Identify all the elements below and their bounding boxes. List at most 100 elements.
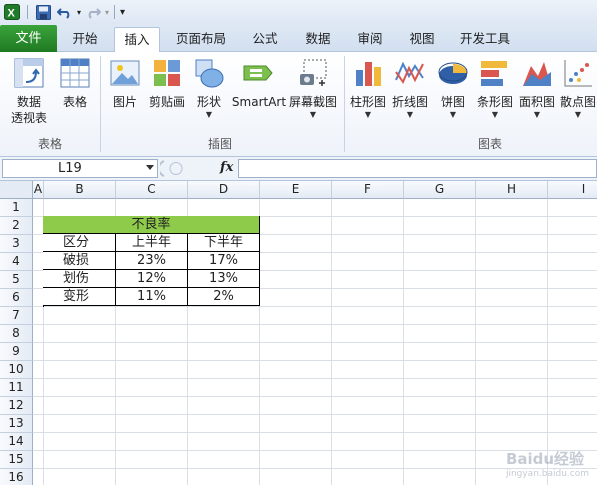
row-header-10[interactable]: 10	[0, 361, 33, 379]
tab-home[interactable]: 开始	[64, 27, 106, 52]
name-box[interactable]: L19	[2, 159, 158, 178]
tab-page-layout[interactable]: 页面布局	[170, 27, 232, 52]
picture-icon	[108, 56, 142, 90]
pie-chart-button[interactable]: 饼图 ▼	[433, 56, 473, 120]
picture-button[interactable]: 图片	[106, 56, 144, 110]
tab-data[interactable]: 数据	[296, 27, 340, 52]
row-header-15[interactable]: 15	[0, 451, 33, 469]
row-header-5[interactable]: 5	[0, 271, 33, 289]
scatter-chart-button[interactable]: 散点图 ▼	[558, 56, 597, 120]
tab-developer[interactable]: 开发工具	[452, 27, 518, 52]
table-cell[interactable]: 划伤	[43, 270, 116, 288]
column-header-f[interactable]: F	[332, 181, 404, 199]
save-icon[interactable]	[33, 2, 53, 22]
bar-chart-button[interactable]: 条形图 ▼	[474, 56, 516, 120]
group-label-charts: 图表	[477, 137, 502, 151]
svg-text:X: X	[8, 8, 16, 20]
line-chart-button[interactable]: 折线图 ▼	[389, 56, 431, 120]
undo-dropdown-icon[interactable]: ▾	[77, 8, 81, 17]
formula-controls: fx	[157, 159, 238, 178]
smartart-button[interactable]: SmartArt	[230, 56, 288, 110]
tab-insert[interactable]: 插入	[114, 27, 160, 53]
column-header-b[interactable]: B	[44, 181, 116, 199]
quick-access-toolbar: X ▾ ▾ ▾	[0, 0, 597, 24]
table-cell[interactable]: 变形	[43, 288, 116, 306]
row-header-16[interactable]: 16	[0, 469, 33, 485]
area-chart-label: 面积图	[518, 95, 555, 109]
column-header-h[interactable]: H	[476, 181, 548, 199]
row-header-2[interactable]: 2	[0, 217, 33, 235]
table-cell[interactable]: 17%	[188, 252, 260, 270]
row-header-9[interactable]: 9	[0, 343, 33, 361]
watermark: Baidu经验 jingyan.baidu.com	[506, 448, 589, 479]
table-cell[interactable]: 2%	[188, 288, 260, 306]
column-header-e[interactable]: E	[260, 181, 332, 199]
column-chart-dropdown-icon: ▼	[364, 110, 372, 119]
group-label-tables: 表格	[37, 137, 62, 151]
redo-icon[interactable]	[83, 2, 103, 22]
pivot-table-label: 数据	[16, 95, 41, 109]
gridline-horizontal	[33, 396, 597, 397]
column-header-c[interactable]: C	[116, 181, 188, 199]
gridline-horizontal	[33, 342, 597, 343]
row-header-7[interactable]: 7	[0, 307, 33, 325]
tab-formulas[interactable]: 公式	[243, 27, 287, 52]
row-header-14[interactable]: 14	[0, 433, 33, 451]
pivot-table-button[interactable]: 数据 透视表	[4, 56, 54, 126]
name-box-dropdown-icon[interactable]	[146, 165, 154, 170]
column-header-a[interactable]: A	[33, 181, 44, 199]
screenshot-icon	[296, 56, 330, 90]
pie-chart-label: 饼图	[440, 95, 465, 109]
table-cell[interactable]: 23%	[116, 252, 188, 270]
toolbar-separator	[114, 5, 116, 19]
row-header-8[interactable]: 8	[0, 325, 33, 343]
undo-icon[interactable]	[55, 2, 75, 22]
ribbon-tab-bar: 文件 开始 插入 页面布局 公式 数据 审阅 视图 开发工具	[0, 24, 597, 53]
table-cell[interactable]: 11%	[116, 288, 188, 306]
row-header-6[interactable]: 6	[0, 289, 33, 307]
table-cell[interactable]: 13%	[188, 270, 260, 288]
row-header-1[interactable]: 1	[0, 199, 33, 217]
bar-chart-icon	[478, 56, 512, 90]
row-header-12[interactable]: 12	[0, 397, 33, 415]
gridline-horizontal	[33, 432, 597, 433]
screenshot-button[interactable]: 屏幕截图 ▼	[288, 56, 338, 120]
scatter-chart-dropdown-icon: ▼	[574, 110, 582, 119]
shapes-button[interactable]: 形状 ▼	[190, 56, 228, 120]
row-header-4[interactable]: 4	[0, 253, 33, 271]
row-header-13[interactable]: 13	[0, 415, 33, 433]
table-cell[interactable]: 破损	[43, 252, 116, 270]
column-header-i[interactable]: I	[548, 181, 597, 199]
area-chart-icon	[520, 56, 554, 90]
formula-input[interactable]	[238, 159, 597, 178]
table-header-cell[interactable]: 区分	[43, 234, 116, 252]
toolbar-separator	[27, 5, 28, 19]
area-chart-button[interactable]: 面积图 ▼	[517, 56, 557, 120]
table-cell[interactable]: 12%	[116, 270, 188, 288]
tab-file[interactable]: 文件	[0, 25, 57, 52]
insert-function-icon[interactable]: fx	[220, 160, 233, 175]
column-header-d[interactable]: D	[188, 181, 260, 199]
group-separator	[100, 56, 101, 152]
line-chart-dropdown-icon: ▼	[406, 110, 414, 119]
excel-logo-icon[interactable]: X	[2, 2, 22, 22]
column-header-g[interactable]: G	[404, 181, 476, 199]
ribbon-insert: 数据 透视表 表格 表格 图片 剪贴画 形状 ▼ SmartArt 屏幕截图 ▼…	[0, 52, 597, 157]
tab-view[interactable]: 视图	[400, 27, 444, 52]
worksheet-grid[interactable]: A B C D E F G H I 1 2 3 4 5 6 7 8 9 10 11 12 13 14 15 16 不良率 区分 上半年…	[0, 181, 597, 485]
customize-toolbar-icon[interactable]: ▾	[120, 7, 125, 18]
row-header-11[interactable]: 11	[0, 379, 33, 397]
clipart-button[interactable]: 剪贴画	[146, 56, 188, 110]
tab-review[interactable]: 审阅	[348, 27, 392, 52]
redo-dropdown-icon[interactable]: ▾	[105, 8, 109, 17]
select-all-corner[interactable]	[0, 181, 33, 199]
smartart-icon	[242, 56, 276, 90]
table-button[interactable]: 表格	[56, 56, 94, 110]
area-chart-dropdown-icon: ▼	[533, 110, 541, 119]
column-chart-button[interactable]: 柱形图 ▼	[348, 56, 388, 120]
row-header-3[interactable]: 3	[0, 235, 33, 253]
table-title-cell[interactable]: 不良率	[43, 216, 260, 234]
table-header-cell[interactable]: 上半年	[116, 234, 188, 252]
table-header-cell[interactable]: 下半年	[188, 234, 260, 252]
pivot-table-icon	[12, 56, 46, 90]
